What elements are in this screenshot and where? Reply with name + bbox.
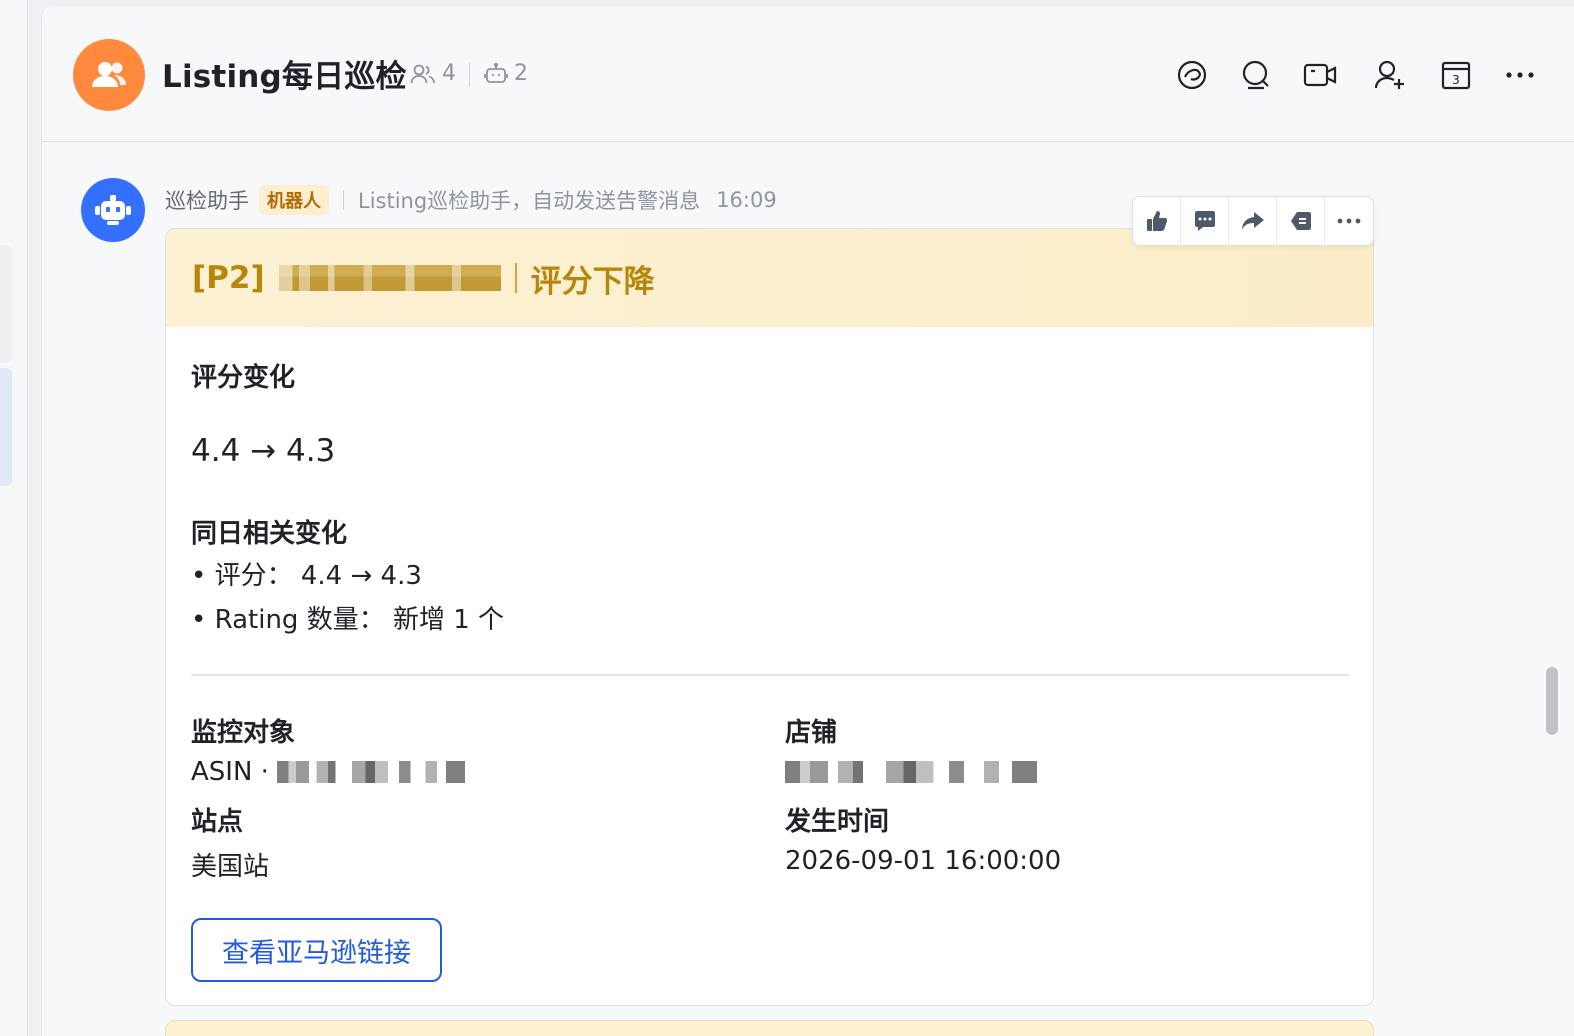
bot-badge: 机器人 xyxy=(259,185,329,215)
header-divider xyxy=(514,263,517,293)
site-value: 美国站 xyxy=(191,852,270,882)
message-meta: 巡检助手 机器人 Listing巡检助手，自动发送告警消息 16:09 xyxy=(165,185,777,215)
redacted-product-name xyxy=(278,265,501,291)
card-body: 评分变化 4.4 → 4.3 同日相关变化 • 评分： 4.4 → 4.3 • … xyxy=(166,327,1373,1005)
pin-icon xyxy=(1290,212,1311,230)
sidebar-chat-item-active[interactable] xyxy=(0,368,12,486)
bot-count-value: 2 xyxy=(514,61,528,86)
thumbs-up-icon xyxy=(1146,211,1167,231)
calendar-icon: 3 xyxy=(1441,61,1471,90)
bot-icon xyxy=(484,62,508,83)
group-avatar[interactable] xyxy=(73,39,145,111)
section-divider xyxy=(191,674,1349,676)
meta-divider xyxy=(343,190,344,210)
list-item: • 评分： 4.4 → 4.3 xyxy=(191,561,422,591)
reply-icon xyxy=(1194,211,1215,231)
group-icon xyxy=(92,62,126,87)
bot-avatar[interactable] xyxy=(81,178,145,242)
members-icon xyxy=(410,64,435,83)
svg-text:3: 3 xyxy=(1452,73,1460,87)
sidebar-chat-item[interactable] xyxy=(0,245,12,363)
add-member-button[interactable] xyxy=(1372,57,1408,93)
occurred-time-label: 发生时间 xyxy=(785,807,890,837)
reply-button[interactable] xyxy=(1181,197,1229,245)
topic-icon xyxy=(1177,60,1207,90)
forward-icon xyxy=(1241,212,1264,230)
pin-button[interactable] xyxy=(1277,197,1325,245)
more-icon xyxy=(1506,72,1534,78)
priority-label: [P2] xyxy=(192,260,265,296)
related-changes-title: 同日相关变化 xyxy=(191,519,348,549)
search-icon xyxy=(1242,60,1269,90)
more-button[interactable] xyxy=(1502,57,1538,93)
next-alert-card xyxy=(165,1020,1374,1036)
view-amazon-link-button[interactable]: 查看亚马逊链接 xyxy=(191,918,442,982)
site-label: 站点 xyxy=(191,807,244,837)
more-icon xyxy=(1337,218,1361,224)
video-call-icon xyxy=(1303,63,1337,87)
forward-button[interactable] xyxy=(1229,197,1277,245)
redacted-asin xyxy=(277,761,466,783)
bot-count[interactable]: 2 xyxy=(484,61,528,86)
alert-card: [P2] 评分下降 评分变化 4.4 → 4.3 同日相关变化 • 评分： 4.… xyxy=(165,228,1374,1006)
message-time: 16:09 xyxy=(716,188,777,212)
member-count-value: 4 xyxy=(442,61,456,86)
add-member-icon xyxy=(1374,60,1404,89)
chat-window: Listing每日巡检 4 2 3 巡检助手 机器人 Listing巡检助手，自… xyxy=(41,7,1574,1036)
sender-name[interactable]: 巡检助手 xyxy=(165,185,249,215)
member-count[interactable]: 4 xyxy=(410,61,456,86)
like-button[interactable] xyxy=(1133,197,1181,245)
rating-change-title: 评分变化 xyxy=(191,363,296,393)
rating-change-value: 4.4 → 4.3 xyxy=(191,433,336,469)
meta-divider xyxy=(469,63,470,87)
topic-button[interactable] xyxy=(1174,57,1210,93)
bot-description: Listing巡检助手，自动发送告警消息 xyxy=(358,189,701,213)
list-item: • Rating 数量： 新增 1 个 xyxy=(191,605,505,635)
chat-title[interactable]: Listing每日巡检 xyxy=(162,51,407,96)
shop-value xyxy=(785,757,1037,787)
alert-type: 评分下降 xyxy=(530,263,655,300)
message-toolbar xyxy=(1132,196,1374,246)
robot-icon xyxy=(95,195,131,225)
monitor-label: 监控对象 xyxy=(191,718,296,748)
search-button[interactable] xyxy=(1238,57,1274,93)
shop-label: 店铺 xyxy=(785,718,838,748)
sidebar-edge xyxy=(0,0,28,1036)
calendar-button[interactable]: 3 xyxy=(1438,57,1474,93)
toolbar-more-button[interactable] xyxy=(1325,197,1373,245)
occurred-time-value: 2026-09-01 16:00:00 xyxy=(785,846,1062,876)
redacted-shop-name xyxy=(785,761,1037,783)
chat-header: Listing每日巡检 4 2 3 xyxy=(42,7,1574,142)
asin-prefix: ASIN · xyxy=(191,757,278,787)
video-call-button[interactable] xyxy=(1302,57,1338,93)
monitor-value: ASIN · xyxy=(191,757,466,787)
header-actions: 3 xyxy=(1174,57,1574,93)
scrollbar[interactable] xyxy=(1546,667,1558,735)
related-changes-list: • 评分： 4.4 → 4.3 • Rating 数量： 新增 1 个 xyxy=(191,554,504,642)
